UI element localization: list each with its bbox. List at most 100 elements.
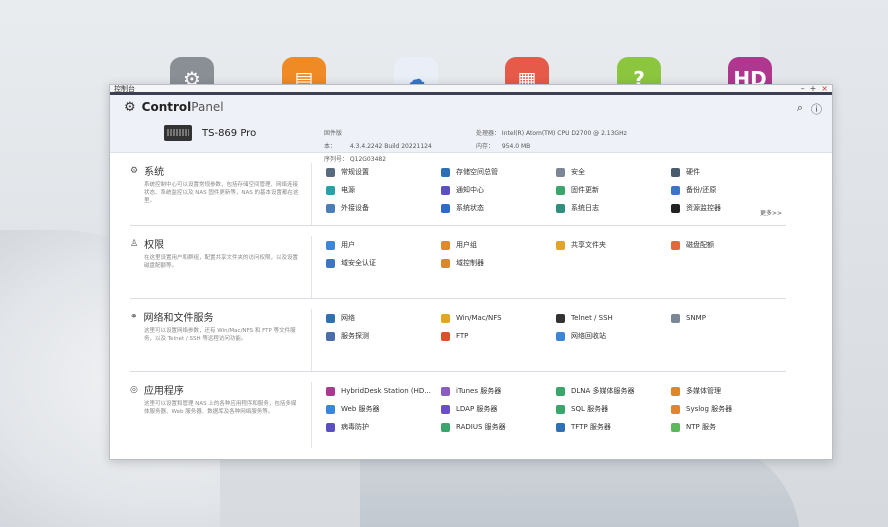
item-label: 病毒防护 <box>341 423 369 431</box>
settings-item[interactable]: Win/Mac/NFS <box>441 309 556 327</box>
window-title: 控制台 <box>114 84 135 93</box>
more-link[interactable]: 更多>> <box>760 208 782 217</box>
panel-header: ⚙ ControlPanel ⌕ ⓘ TS-869 Pro 固件版本： 4.3.… <box>110 95 832 163</box>
help-icon[interactable]: ⓘ <box>811 101 822 117</box>
window-titlebar[interactable]: 控制台 – + × <box>110 85 832 95</box>
section-items: 常规设置 存储空间总管 安全 硬件电源 通知中心 固件更新 备份/还原外接设备 系统状态 系统日… <box>311 163 786 225</box>
close-button[interactable]: × <box>821 85 828 94</box>
settings-item[interactable]: LDAP 服务器 <box>441 400 556 418</box>
item-label: DLNA 多媒体服务器 <box>571 387 635 395</box>
item-label: 安全 <box>571 168 585 176</box>
section-title[interactable]: 系统 <box>144 163 164 178</box>
settings-item[interactable]: SQL 服务器 <box>556 400 671 418</box>
network-icon: ⚭ <box>130 311 138 322</box>
settings-item[interactable]: NTP 服务 <box>671 418 786 436</box>
section-intro: ◎ 应用程序 这里可以设置和管理 NAS 上的各种应用程序和服务，包括多媒体服务器、… <box>130 382 311 448</box>
settings-item[interactable]: SNMP <box>671 309 786 327</box>
item-icon <box>326 386 335 396</box>
section-items: 网络 Win/Mac/NFS Telnet / SSH SNMP 服务探测 FTP 网络回收… <box>311 309 786 371</box>
settings-item[interactable]: 网络 <box>326 309 441 327</box>
item-icon <box>671 185 680 195</box>
section-items: 用户 用户组 共享文件夹 磁盘配额域安全认证 域控制器 <box>311 236 786 298</box>
settings-item[interactable]: Syslog 服务器 <box>671 400 786 418</box>
settings-item[interactable]: HybridDesk Station (HD... <box>326 382 441 400</box>
section-system: ⚙ 系统 系统控制中心可以设置常规参数，包括存储空间管理、网络连接状态、系统监控以及… <box>130 153 786 226</box>
item-icon <box>556 404 565 414</box>
item-label: 硬件 <box>686 168 700 176</box>
section-title[interactable]: 应用程序 <box>144 382 184 397</box>
maximize-button[interactable]: + <box>810 85 817 94</box>
section-title[interactable]: 权限 <box>144 236 164 251</box>
settings-item[interactable]: Web 服务器 <box>326 400 441 418</box>
settings-item[interactable]: 域安全认证 <box>326 254 441 272</box>
settings-item[interactable]: 域控制器 <box>441 254 556 272</box>
item-icon <box>671 313 680 323</box>
settings-item[interactable]: 多媒体管理 <box>671 382 786 400</box>
item-icon <box>556 422 565 432</box>
settings-item[interactable]: 常规设置 <box>326 163 441 181</box>
item-label: 磁盘配额 <box>686 241 714 249</box>
item-icon <box>556 185 565 195</box>
settings-item[interactable]: 备份/还原 <box>671 181 786 199</box>
settings-item[interactable]: iTunes 服务器 <box>441 382 556 400</box>
settings-item[interactable]: DLNA 多媒体服务器 <box>556 382 671 400</box>
item-icon <box>441 167 450 177</box>
minimize-button[interactable]: – <box>801 85 805 94</box>
window-controls: – + × <box>801 85 828 94</box>
section-description: 系统控制中心可以设置常规参数，包括存储空间管理、网络连接状态、系统监控以及 NA… <box>144 182 299 204</box>
settings-item[interactable]: 系统状态 <box>441 199 556 217</box>
settings-item[interactable]: 固件更新 <box>556 181 671 199</box>
item-icon <box>441 203 450 213</box>
settings-item[interactable]: 硬件 <box>671 163 786 181</box>
item-label: Syslog 服务器 <box>686 405 733 413</box>
settings-item[interactable]: 存储空间总管 <box>441 163 556 181</box>
settings-item[interactable]: Telnet / SSH <box>556 309 671 327</box>
section-applications: ◎ 应用程序 这里可以设置和管理 NAS 上的各种应用程序和服务，包括多媒体服务器、… <box>130 372 786 448</box>
settings-item[interactable]: FTP <box>441 327 556 345</box>
device-info-right: 处理器： Intel(R) Atom(TM) CPU D2700 @ 2.13G… <box>476 130 627 150</box>
item-icon <box>556 167 565 177</box>
control-panel-window: 控制台 – + × ⚙ ControlPanel ⌕ ⓘ TS-869 Pro … <box>109 84 833 460</box>
settings-item[interactable]: 系统日志 <box>556 199 671 217</box>
item-icon <box>326 203 335 213</box>
settings-item[interactable]: 网络回收站 <box>556 327 671 345</box>
item-icon <box>441 331 450 341</box>
item-label: SNMP <box>686 314 706 322</box>
settings-item[interactable]: 用户组 <box>441 236 556 254</box>
nas-device-icon <box>164 125 192 141</box>
item-icon <box>326 258 335 268</box>
section-title[interactable]: 网络和文件服务 <box>144 309 214 324</box>
item-icon <box>326 313 335 323</box>
search-icon[interactable]: ⌕ <box>797 101 803 117</box>
settings-item[interactable]: 外接设备 <box>326 199 441 217</box>
section-description: 这里可以设置和管理 NAS 上的各种应用程序和服务，包括多媒体服务器、Web 服… <box>144 401 297 415</box>
settings-item[interactable]: 电源 <box>326 181 441 199</box>
item-icon <box>441 386 450 396</box>
settings-item[interactable]: RADIUS 服务器 <box>441 418 556 436</box>
item-label: 系统日志 <box>571 204 599 212</box>
item-label: TFTP 服务器 <box>571 423 611 431</box>
item-label: 网络 <box>341 314 355 322</box>
settings-item[interactable]: 通知中心 <box>441 181 556 199</box>
settings-item[interactable]: 病毒防护 <box>326 418 441 436</box>
cpu-info: Intel(R) Atom(TM) CPU D2700 @ 2.13GHz <box>501 130 627 137</box>
item-icon <box>556 203 565 213</box>
item-label: 域安全认证 <box>341 259 376 267</box>
item-icon <box>326 240 335 250</box>
header-actions: ⌕ ⓘ <box>797 101 822 117</box>
item-icon <box>441 185 450 195</box>
gear-icon: ⚙ <box>124 99 136 115</box>
settings-item[interactable]: 用户 <box>326 236 441 254</box>
settings-item[interactable]: 共享文件夹 <box>556 236 671 254</box>
item-label: LDAP 服务器 <box>456 405 498 413</box>
item-label: 用户 <box>341 241 355 249</box>
item-icon <box>671 386 680 396</box>
item-label: 服务探测 <box>341 332 369 340</box>
user-icon: ♙ <box>130 238 139 249</box>
item-icon <box>326 167 335 177</box>
settings-item[interactable]: 安全 <box>556 163 671 181</box>
settings-item[interactable]: TFTP 服务器 <box>556 418 671 436</box>
settings-item[interactable]: 磁盘配额 <box>671 236 786 254</box>
item-label: iTunes 服务器 <box>456 387 502 395</box>
settings-item[interactable]: 服务探测 <box>326 327 441 345</box>
